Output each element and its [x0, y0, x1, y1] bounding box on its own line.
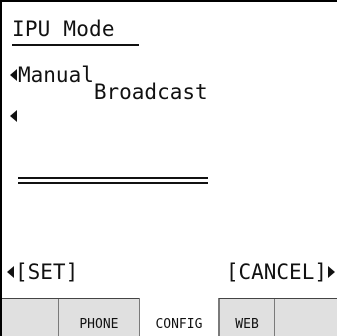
left-arrow-icon: [10, 110, 17, 122]
tab-phone[interactable]: PHONE: [57, 299, 140, 336]
cancel-softkey-label: [CANCEL]: [225, 260, 327, 284]
left-arrow-icon: [10, 69, 17, 81]
bottom-tab-bar: PHONE CONFIG WEB: [2, 298, 337, 336]
title-underline: [12, 44, 139, 46]
broadcast-label-text: Broadcast: [93, 80, 208, 104]
tab-config[interactable]: CONFIG: [139, 298, 219, 336]
set-softkey[interactable]: [SET]: [7, 258, 78, 286]
phone-lcd-screen: IPU Mode Manual Broadcast [SET] [CANCEL]…: [0, 0, 337, 336]
tab-web[interactable]: WEB: [218, 299, 275, 336]
tab-empty-right[interactable]: [274, 299, 337, 336]
selected-underline-secondary: [18, 182, 208, 184]
screen-title: IPU Mode: [12, 17, 115, 41]
option-label: Broadcast: [18, 56, 208, 184]
left-arrow-icon: [7, 266, 14, 278]
option-broadcast[interactable]: Broadcast: [10, 80, 208, 184]
tab-empty-left[interactable]: [2, 299, 58, 336]
cancel-softkey[interactable]: [CANCEL]: [226, 258, 335, 286]
right-arrow-icon: [328, 266, 335, 278]
set-softkey-label: [SET]: [15, 260, 79, 284]
selected-underline: [18, 177, 208, 179]
